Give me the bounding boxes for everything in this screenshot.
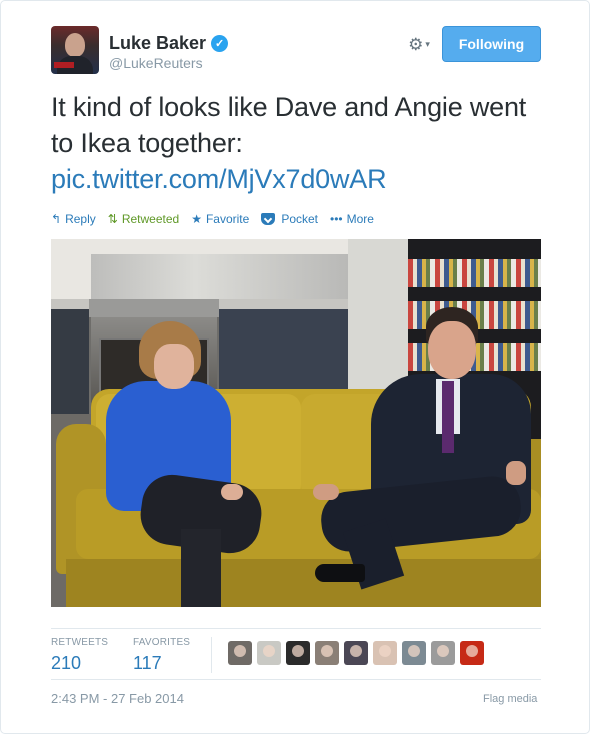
retweets-label: RETWEETS <box>51 637 109 648</box>
pocket-button[interactable]: Pocket <box>261 212 318 226</box>
reply-icon: ↰ <box>51 212 62 226</box>
more-button[interactable]: ••• More <box>330 212 374 226</box>
gear-menu-button[interactable]: ⚙ ▾ <box>403 34 435 54</box>
verified-badge-icon: ✓ <box>211 35 229 52</box>
faver-avatar-7[interactable] <box>402 641 426 665</box>
tweet-photo[interactable] <box>51 239 541 607</box>
favorites-count: 117 <box>133 653 162 673</box>
faver-avatar-2[interactable] <box>257 641 281 665</box>
faver-avatar-1[interactable] <box>228 641 252 665</box>
faver-avatar-5[interactable] <box>344 641 368 665</box>
following-button[interactable]: Following <box>442 26 541 62</box>
retweet-icon: ⇅ <box>107 212 118 226</box>
user-avatar[interactable] <box>51 26 99 74</box>
chevron-down-icon: ▾ <box>425 38 430 49</box>
retweets-count: 210 <box>51 653 82 673</box>
more-label: More <box>346 212 374 226</box>
flag-media-link[interactable]: Flag media <box>483 693 537 705</box>
retweet-button[interactable]: ⇅ Retweeted <box>108 212 179 226</box>
favorites-label: FAVORITES <box>133 637 191 648</box>
user-screen-name[interactable]: @LukeReuters <box>109 55 203 71</box>
tweet-actions: ↰ Reply ⇅ Retweeted ★ Favorite Pocket ••… <box>51 212 386 226</box>
favorite-button[interactable]: ★ Favorite <box>191 212 249 226</box>
pocket-icon <box>261 213 276 225</box>
tweet-text: It kind of looks like Dave and Angie wen… <box>51 92 527 158</box>
faver-avatar-9[interactable] <box>460 641 484 665</box>
reply-button[interactable]: ↰ Reply <box>51 212 96 226</box>
avatar-head <box>65 33 85 57</box>
more-icon: ••• <box>330 212 343 226</box>
stats-divider-bottom <box>51 679 541 680</box>
retweet-label: Retweeted <box>121 212 180 226</box>
gear-icon: ⚙ <box>408 34 424 54</box>
favoriter-avatars <box>228 641 489 665</box>
tweet-timestamp[interactable]: 2:43 PM - 27 Feb 2014 <box>51 691 184 706</box>
avatar-broadcast-bug <box>54 62 74 68</box>
name-row: Luke Baker ✓ <box>109 33 229 54</box>
favorites-stat[interactable]: FAVORITES 117 <box>133 637 190 674</box>
stats-divider-top <box>51 628 541 629</box>
pocket-label: Pocket <box>281 212 318 226</box>
tweet-card: Luke Baker ✓ @LukeReuters ⚙ ▾ Following … <box>0 0 590 734</box>
star-icon: ★ <box>191 212 202 226</box>
reply-label: Reply <box>65 212 96 226</box>
faver-avatar-3[interactable] <box>286 641 310 665</box>
favorite-label: Favorite <box>205 212 250 226</box>
tweet-media-link[interactable]: pic.twitter.com/MjVx7d0wAR <box>51 161 387 197</box>
faver-avatar-8[interactable] <box>431 641 455 665</box>
user-full-name[interactable]: Luke Baker <box>109 33 206 54</box>
faver-avatar-6[interactable] <box>373 641 397 665</box>
stats-separator <box>211 637 212 673</box>
retweets-stat[interactable]: RETWEETS 210 <box>51 637 108 674</box>
faver-avatar-4[interactable] <box>315 641 339 665</box>
